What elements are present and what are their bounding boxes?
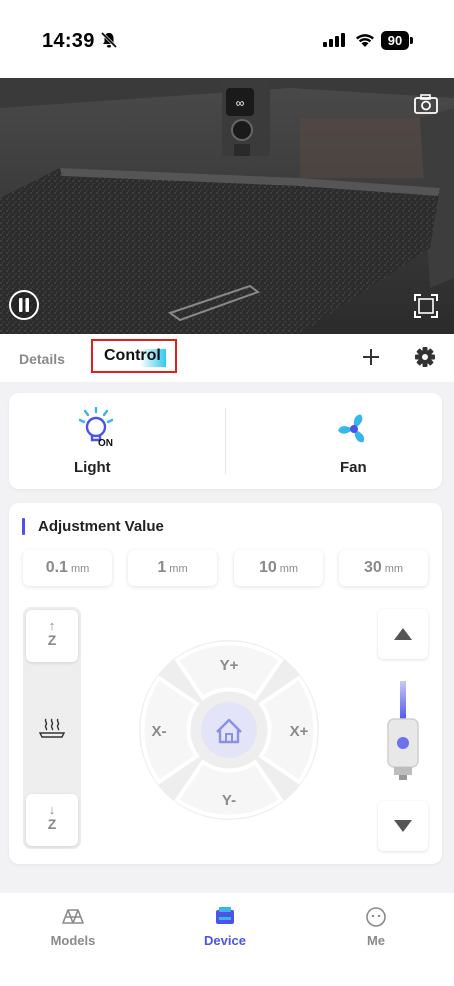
step-10mm[interactable]: 10 mm [234, 550, 323, 586]
light-label: Light [74, 459, 111, 476]
bottom-nav: Models Device Me [0, 893, 454, 986]
light-fan-card: ON Light Fan [9, 393, 442, 489]
light-bulb-icon: ON [78, 407, 114, 447]
step-unit: mm [384, 563, 404, 575]
step-value: 0.1 [45, 559, 68, 576]
z-up-button[interactable]: ↑ Z [26, 610, 78, 662]
heated-bed-icon [38, 718, 66, 738]
fan-toggle[interactable]: Fan [226, 393, 442, 489]
nav-models-label: Models [50, 933, 96, 948]
arrow-up-icon: ↑ [48, 618, 56, 633]
pause-icon[interactable] [8, 289, 40, 321]
nav-me[interactable]: Me [326, 893, 426, 963]
camera-switch-icon[interactable] [414, 94, 438, 114]
camera-scene: ∞ [0, 78, 454, 334]
fan-icon [338, 414, 365, 443]
y-minus-label: Y- [222, 792, 236, 809]
cellular-signal-icon [323, 33, 345, 47]
xy-dpad: Y+ Y- X- X+ [139, 640, 319, 820]
svg-text:∞: ∞ [236, 96, 245, 110]
step-value: 30 [363, 559, 382, 576]
x-minus-label: X- [152, 723, 167, 740]
triangle-up-icon [394, 628, 412, 640]
arrow-down-icon: ↓ [48, 802, 56, 817]
camera-feed[interactable]: ∞ [0, 78, 454, 334]
fullscreen-icon[interactable] [414, 294, 438, 318]
battery-cap [410, 37, 413, 44]
step-unit: mm [169, 563, 188, 575]
step-value: 1 [157, 559, 167, 576]
extrude-down-button[interactable] [378, 801, 428, 851]
battery-indicator: 90 [381, 31, 409, 50]
tab-bar: Details Control [0, 334, 454, 382]
z-axis-column: ↑ Z ↓ Z [23, 607, 81, 849]
step-1mm[interactable]: 1 mm [128, 550, 217, 586]
tab-control-label: Control [104, 347, 161, 364]
bell-off-icon [100, 31, 118, 49]
light-on-badge: ON [98, 438, 113, 447]
plus-icon[interactable] [360, 346, 382, 368]
nav-me-label: Me [366, 933, 386, 948]
nav-device[interactable]: Device [175, 893, 275, 963]
models-icon [62, 909, 84, 924]
wifi-icon [356, 34, 374, 47]
step-value: 10 [258, 559, 277, 576]
z-label: Z [47, 632, 57, 648]
light-toggle[interactable]: ON Light [9, 393, 225, 489]
profile-face-icon [366, 907, 386, 927]
home-button[interactable] [201, 702, 257, 758]
step-30mm[interactable]: 30 mm [339, 550, 428, 586]
y-plus-label: Y+ [220, 657, 239, 674]
extrude-up-button[interactable] [378, 609, 428, 659]
fan-label: Fan [340, 459, 367, 476]
gear-icon[interactable] [414, 346, 436, 368]
tab-details[interactable]: Details [19, 351, 65, 367]
device-printer-icon [216, 907, 234, 924]
nav-device-label: Device [204, 933, 246, 948]
z-down-button[interactable]: ↓ Z [26, 794, 78, 846]
status-time: 14:39 [42, 30, 95, 52]
step-unit: mm [279, 563, 299, 575]
section-marker [22, 518, 25, 535]
nav-models[interactable]: Models [23, 893, 123, 963]
adjustment-title: Adjustment Value [38, 518, 164, 535]
status-bar: 14:39 90 [0, 0, 454, 78]
x-plus-label: X+ [290, 723, 309, 740]
tab-control[interactable]: Control [91, 339, 177, 373]
step-unit: mm [70, 563, 90, 575]
adjustment-card: Adjustment Value 0.1 mm 1 mm 10 mm 30 mm ↑ Z… [9, 503, 442, 864]
triangle-down-icon [394, 820, 412, 832]
extruder-nozzle-icon [387, 681, 419, 780]
z-label: Z [47, 816, 57, 832]
step-0-1mm[interactable]: 0.1 mm [23, 550, 112, 586]
